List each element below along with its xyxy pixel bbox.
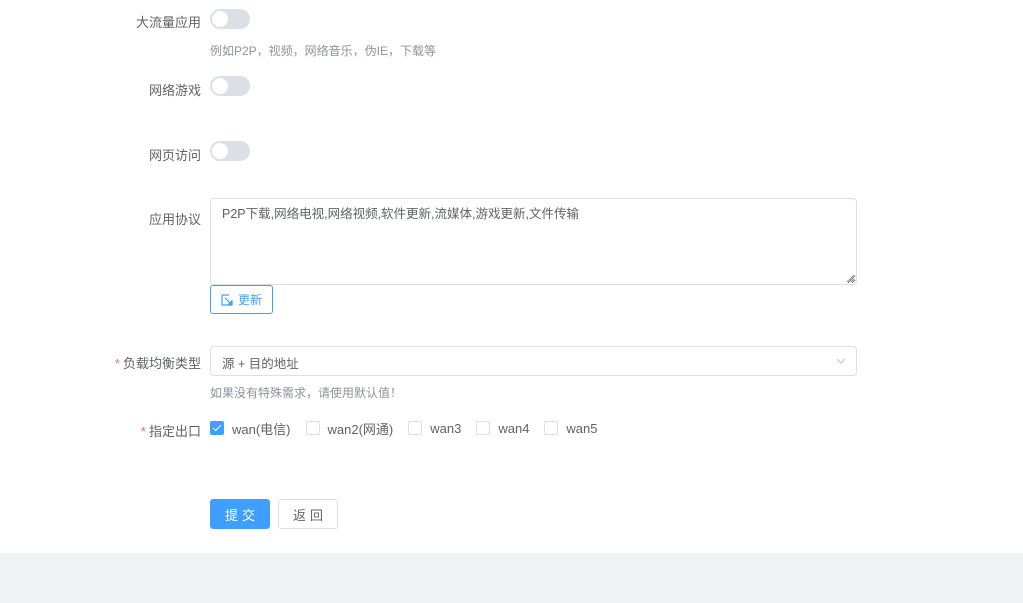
exit-checkbox-group: wan(电信) wan2(网通) wan3 wan4 wan5 [210,419,613,437]
web-access-label: 网页访问 [148,148,201,163]
checkbox-icon[interactable] [544,421,559,435]
exit-label: 指定出口 [148,424,201,439]
exit-label-wrap: * 指定出口 [0,421,201,440]
exit-option-wan2[interactable]: wan2(网通) [305,419,394,438]
update-button[interactable]: 更新 [210,285,273,314]
exit-option-label: wan3 [430,420,462,436]
checkbox-icon[interactable] [408,421,423,435]
back-button[interactable]: 返回 [278,499,338,529]
app-protocol-textarea[interactable] [210,198,857,285]
required-mark: * [114,356,120,371]
exit-option-wan5[interactable]: wan5 [544,420,598,436]
high-traffic-label: 大流量应用 [135,15,201,30]
lb-type-select[interactable]: 源 + 目的地址 [210,346,857,376]
exit-option-wan4[interactable]: wan4 [476,421,529,436]
app-protocol-label: 应用协议 [148,212,201,227]
checkbox-icon[interactable] [305,421,320,435]
checkbox-checked-icon[interactable] [210,421,224,435]
required-mark: * [140,424,146,439]
form-page: 大流量应用 例如P2P，视频，网络音乐，伪IE，下载等 网络游戏 网页访问 应用… [0,0,1023,603]
online-game-switch[interactable] [210,76,250,96]
chevron-down-icon [836,358,846,364]
switch-knob [212,78,228,94]
lb-type-hint: 如果没有特殊需求，请使用默认值！ [210,386,403,400]
exit-option-label: wan5 [566,420,598,436]
exit-option-label: wan2(网通) [327,421,394,437]
online-game-label: 网络游戏 [148,83,201,98]
exit-option-label: wan(电信) [232,421,291,437]
exit-option-label: wan4 [498,420,530,436]
edit-icon [221,293,233,306]
high-traffic-hint: 例如P2P，视频，网络音乐，伪IE，下载等 [210,44,437,58]
web-access-switch[interactable] [210,141,250,161]
update-button-label: 更新 [237,293,262,307]
switch-knob [212,143,228,159]
submit-button[interactable]: 提交 [210,499,270,529]
lb-type-label: 负载均衡类型 [122,356,201,371]
checkbox-icon[interactable] [476,421,491,435]
lb-type-label-wrap: * 负载均衡类型 [0,353,201,372]
exit-option-wan3[interactable]: wan3 [408,421,461,436]
high-traffic-switch[interactable] [210,9,250,29]
switch-knob [212,11,228,27]
page-footer [0,553,1023,603]
lb-type-selected-value: 源 + 目的地址 [222,357,299,371]
exit-option-wan[interactable]: wan(电信) [210,419,291,438]
